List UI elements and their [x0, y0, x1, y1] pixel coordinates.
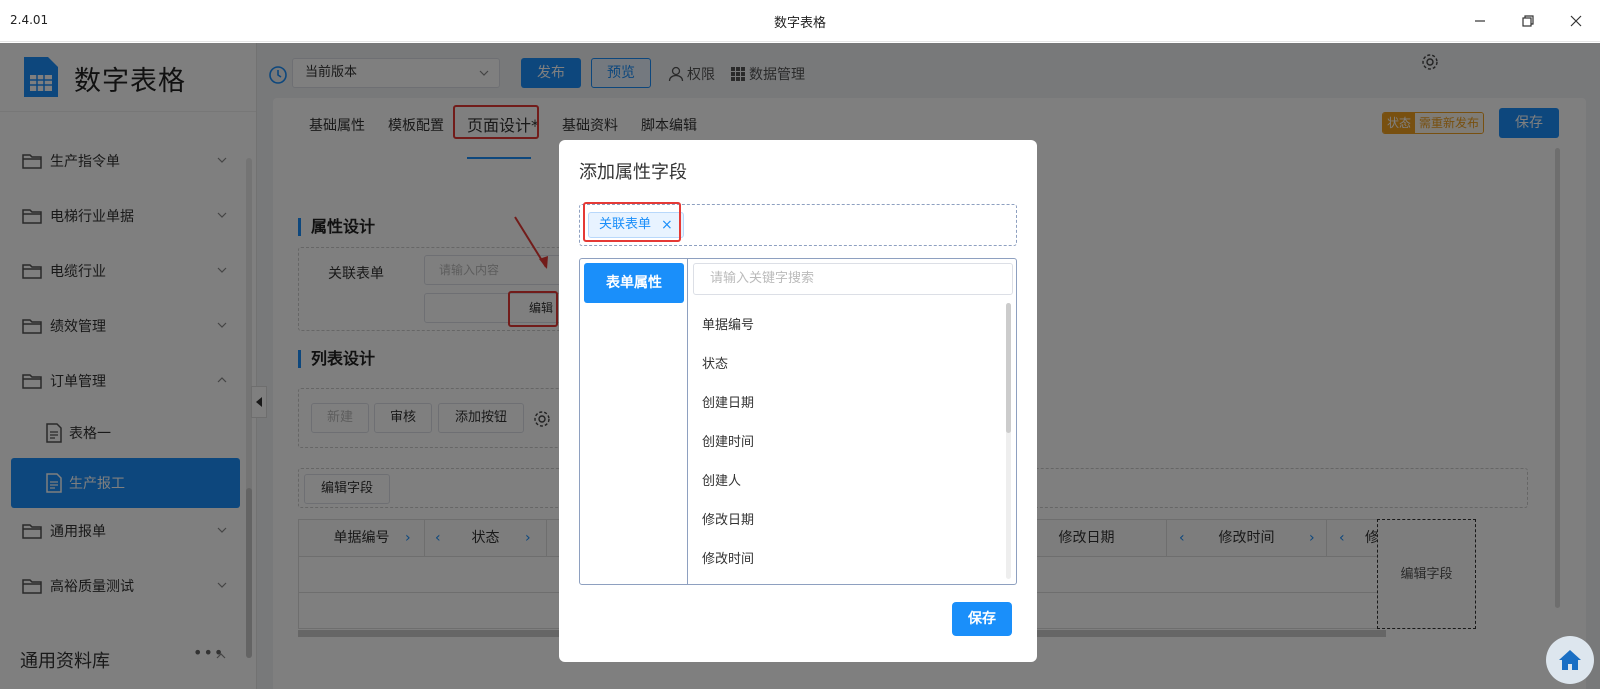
- dialog-save-button[interactable]: 保存: [952, 602, 1012, 636]
- add-attribute-dialog: 添加属性字段 关联表单 × 表单属性 请输入关键字搜索 单据编号 状态 创建日期…: [559, 140, 1037, 662]
- window-titlebar: 2.4.01 数字表格: [0, 0, 1600, 42]
- restore-icon: [1522, 15, 1534, 27]
- category-list: 表单属性: [580, 259, 688, 584]
- dialog-title: 添加属性字段: [579, 162, 687, 183]
- home-icon: [1559, 650, 1581, 670]
- field-option[interactable]: 创建时间: [702, 431, 754, 450]
- window-title: 数字表格: [773, 16, 826, 31]
- close-icon: [1570, 15, 1582, 27]
- minimize-button[interactable]: [1466, 8, 1494, 34]
- field-option[interactable]: 修改时间: [702, 548, 754, 567]
- field-option[interactable]: 单据编号: [702, 314, 754, 333]
- search-input[interactable]: 请输入关键字搜索: [693, 263, 1013, 295]
- field-option[interactable]: 创建人: [702, 470, 741, 489]
- highlight-box: [583, 202, 681, 242]
- home-button[interactable]: [1546, 636, 1594, 684]
- field-option[interactable]: 修改日期: [702, 509, 754, 528]
- minimize-icon: [1475, 20, 1485, 22]
- options-scrollbar[interactable]: [1006, 303, 1011, 579]
- category-form-properties[interactable]: 表单属性: [584, 263, 684, 303]
- restore-button[interactable]: [1514, 8, 1542, 34]
- close-button[interactable]: [1562, 8, 1590, 34]
- field-option[interactable]: 创建日期: [702, 392, 754, 411]
- field-option[interactable]: 状态: [702, 353, 728, 372]
- scrollbar-thumb[interactable]: [1006, 303, 1011, 433]
- field-picker: 表单属性 请输入关键字搜索 单据编号 状态 创建日期 创建时间 创建人 修改日期…: [579, 258, 1017, 585]
